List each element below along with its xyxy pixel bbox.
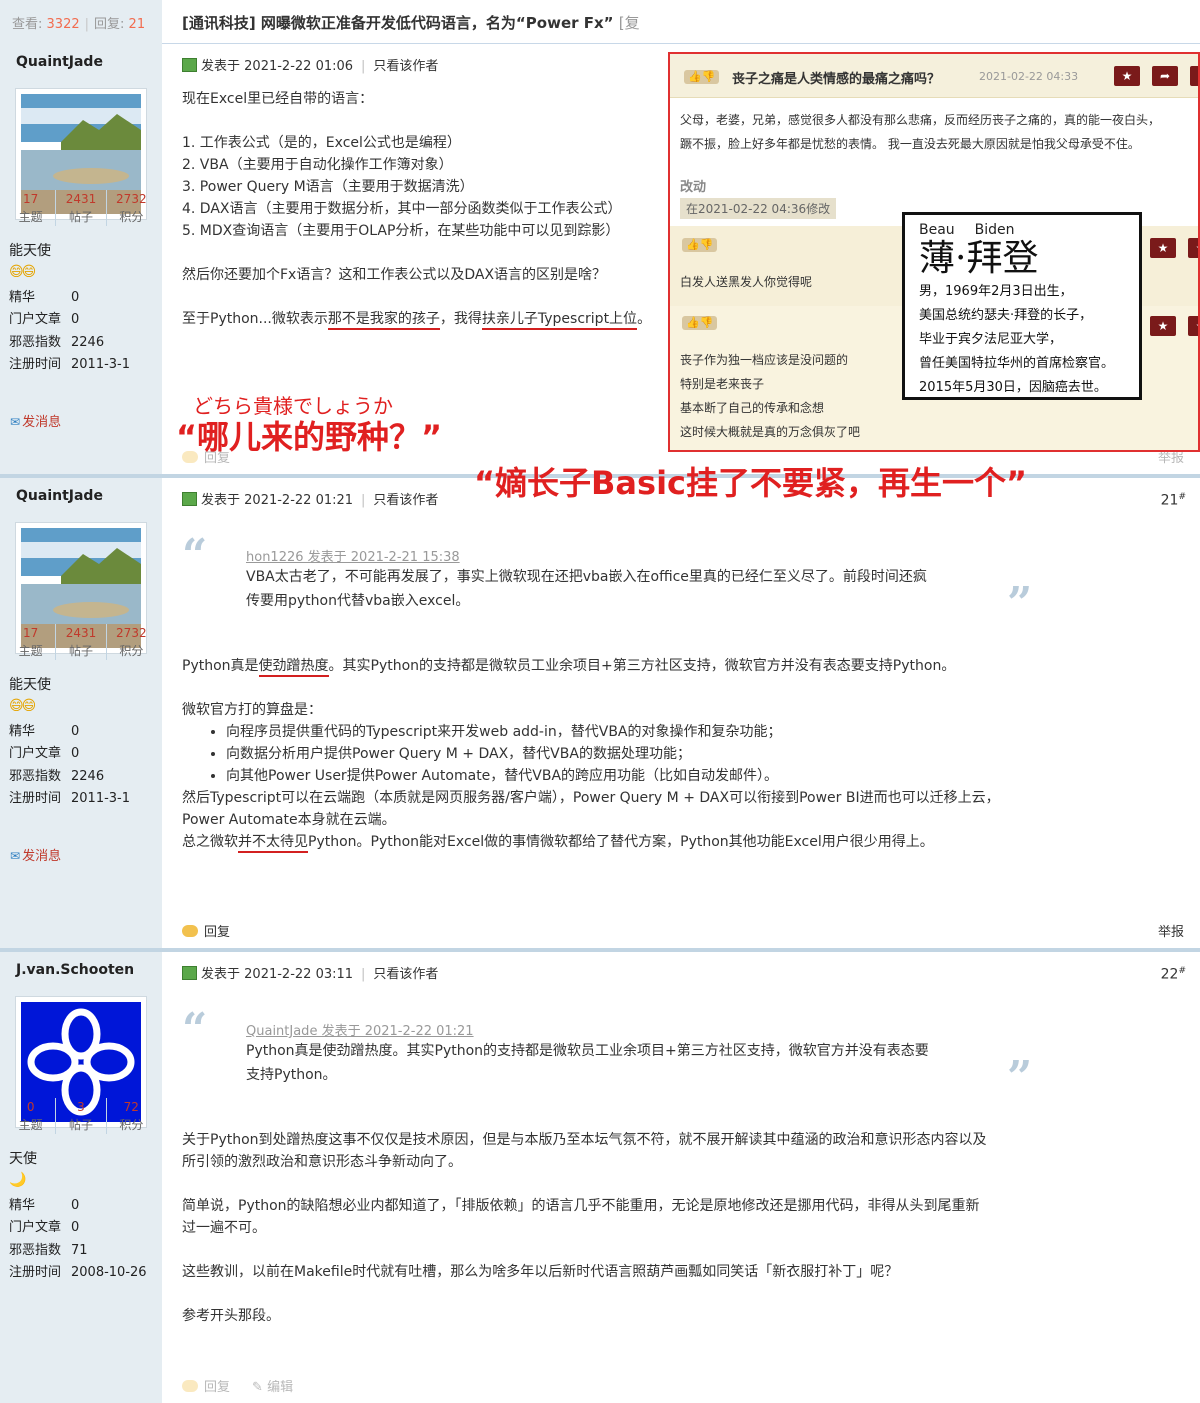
post-body: 关于Python到处蹭热度这事不仅仅是技术原因，但是与本版乃至本坛气氛不符，就不… (182, 1132, 987, 1324)
inset-paragraph: 父母，老婆，兄弟，感觉很多人都没有那么悲痛，反而经历丧子之痛的，真的能一夜白头，… (680, 113, 1161, 151)
envelope-icon: ✉ (10, 415, 21, 429)
star-icon: ★ (1150, 316, 1176, 336)
edit-link[interactable]: ✎ 编辑 (252, 1380, 293, 1395)
star-icon: ★ (1188, 238, 1198, 258)
only-author-link[interactable]: 只看该作者 (373, 59, 438, 74)
user-sidebar: J.van.Schooten 0 主题 3 帖子 72 积分 天使 🌙 精华 0 门户文… (0, 952, 162, 1403)
quote-author-link[interactable]: QuaintJade 发表于 2021-2-22 01:21 (246, 1020, 1040, 1039)
quote-close-icon: ” (1007, 578, 1033, 629)
floor-number[interactable]: 21# (1161, 492, 1186, 509)
reply-count: 21 (128, 17, 146, 32)
user-sidebar: QuaintJade 17 主题 2431 帖子 2732 积分 能天使 😄😄 精华 0… (0, 478, 162, 948)
inset-answer-1: 白发人送黑发人你觉得呢 (680, 275, 813, 289)
only-author-link[interactable]: 只看该作者 (373, 493, 438, 508)
inset-edit-note: 在2021-02-22 04:36修改 (680, 198, 837, 219)
reply-icon (182, 1380, 198, 1392)
rank-moon-icon: 🌙 (9, 1172, 26, 1188)
user-rank: 能天使 (9, 243, 51, 259)
reply-button[interactable]: 回复 ✎ 编辑 (182, 1376, 293, 1395)
reply-button[interactable]: 回复 (182, 921, 230, 940)
pencil-icon: ✎ (252, 1380, 263, 1395)
username-link[interactable]: QuaintJade (16, 488, 103, 504)
post-line: 总之微软并不太待见Python。Python能对Excel做的事情微软都给了替代… (182, 831, 1180, 853)
username-link[interactable]: QuaintJade (16, 54, 103, 70)
post-main: 发表于 2021-2-22 01:21 | 只看该作者 21# “ hon1226 … (162, 478, 1200, 948)
rank-emoticon-icon: 😄😄 (9, 698, 36, 714)
post-time: 2021-2-22 01:21 (244, 493, 354, 508)
quote-block: hon1226 发表于 2021-2-21 15:38 VBA太古老了，不可能再… (246, 546, 1040, 613)
post-body: Python真是使劲蹭热度。其实Python的支持都是微软员工业余项目+第三方社… (182, 655, 1180, 853)
user-stats: 0 主题 3 帖子 72 积分 (6, 1098, 156, 1134)
bio-card: Beau Biden 薄·拜登 男，1969年2月3日出生， 美国总统约瑟夫·拜登… (902, 212, 1142, 400)
quote-open-icon: “ (182, 1004, 208, 1055)
star-icon: ★ (1188, 316, 1198, 336)
post-time: 2021-2-22 03:11 (244, 967, 354, 982)
online-status-icon (182, 58, 197, 72)
post-meta: 发表于 2021-2-22 01:21 | 只看该作者 (182, 489, 438, 508)
quote-author-link[interactable]: hon1226 发表于 2021-2-21 15:38 (246, 546, 1040, 565)
quote-block: QuaintJade 发表于 2021-2-22 01:21 Python真是使… (246, 1020, 1040, 1087)
post-main: 发表于 2021-2-22 03:11 | 只看该作者 22# “ QuaintJa… (162, 952, 1200, 1403)
online-status-icon (182, 966, 197, 980)
post: J.van.Schooten 0 主题 3 帖子 72 积分 天使 🌙 精华 0 门户文… (0, 952, 1200, 1403)
only-author-link[interactable]: 只看该作者 (373, 967, 438, 982)
inset-answer-2: 丧子作为独一档应该是没问题的 特别是老来丧子 基本断了自己的传承和念想 这时候大… (680, 353, 861, 439)
bio-chinese-name: 薄·拜登 (919, 238, 1039, 279)
send-message-link[interactable]: ✉ 发消息 (10, 411, 61, 430)
envelope-icon: ✉ (10, 849, 21, 863)
post-meta: 发表于 2021-2-22 03:11 | 只看该作者 (182, 963, 438, 982)
bullet-list: 向程序员提供重代码的Typescript来开发web add-in，替代VBA的… (182, 721, 1180, 787)
user-info: 精华 0 门户文章 0 邪恶指数 2246 注册时间 2011-3-1 (9, 724, 131, 806)
post-line: Python真是使劲蹭热度。其实Python的支持都是微软员工业余项目+第三方社… (182, 655, 1180, 677)
report-link[interactable]: 举报 (1158, 921, 1184, 940)
post-time: 2021-2-22 01:06 (244, 59, 354, 74)
star-icon: ★ (1114, 66, 1140, 86)
thumbs-icon: 👍👎 (682, 316, 718, 330)
reply-icon (182, 925, 198, 937)
star-icon: ★ (1150, 238, 1176, 258)
inset-date: 2021-02-22 04:33 (979, 70, 1079, 83)
bio-english-name: Beau Biden (919, 222, 1015, 238)
annotation-wild-child: “哪儿来的野种？” (176, 418, 443, 456)
view-count: 3322 (46, 17, 80, 32)
user-info: 精华 0 门户文章 0 邪恶指数 2246 注册时间 2011-3-1 (9, 290, 131, 372)
post: QuaintJade 17 主题 2431 帖子 2732 积分 能天使 😄😄 精华 0… (0, 478, 1200, 952)
user-sidebar: QuaintJade 17 主题 2431 帖子 2732 积分 能天使 😄😄 精华 0… (0, 44, 162, 474)
post: QuaintJade 17 主题 2431 帖子 2732 积分 能天使 😄😄 精华 0… (0, 44, 1200, 502)
star-icon: ★ (1190, 66, 1198, 86)
thread-stats: 查看: 3322 | 回复: 21 (0, 0, 162, 44)
thumbs-icon: 👍👎 (682, 238, 718, 252)
user-rank: 天使 (9, 1151, 37, 1167)
user-info: 精华 0 门户文章 0 邪恶指数 71 注册时间 2008-10-26 (9, 1198, 147, 1280)
floor-number[interactable]: 22# (1161, 966, 1186, 983)
rank-emoticon-icon: 😄😄 (9, 264, 36, 280)
username-link[interactable]: J.van.Schooten (16, 962, 134, 978)
share-icon: ➦ (1152, 66, 1178, 86)
inset-question-title: 丧子之痛是人类情感的最痛之痛吗？ (732, 72, 941, 87)
thread-header: 查看: 3322 | 回复: 21 [通讯科技] 网曝微软正准备开发低代码语言，名为… (0, 0, 1200, 44)
thread-title[interactable]: [通讯科技] 网曝微软正准备开发低代码语言，名为“Power Fx” [复 (182, 12, 640, 33)
inset-edit-label: 改动 (680, 180, 707, 195)
online-status-icon (182, 492, 197, 506)
send-message-link[interactable]: ✉ 发消息 (10, 845, 61, 864)
thumbs-icon: 👍👎 (684, 70, 720, 84)
quote-close-icon: ” (1007, 1052, 1033, 1103)
user-stats: 17 主题 2431 帖子 2732 积分 (6, 624, 156, 660)
user-stats: 17 主题 2431 帖子 2732 积分 (6, 190, 156, 226)
inset-header: 👍👎 丧子之痛是人类情感的最痛之痛吗？ 2021-02-22 04:33 ★ ➦… (670, 54, 1198, 98)
user-rank: 能天使 (9, 677, 51, 693)
quote-open-icon: “ (182, 530, 208, 581)
post-meta: 发表于 2021-2-22 01:06 | 只看该作者 (182, 55, 438, 74)
